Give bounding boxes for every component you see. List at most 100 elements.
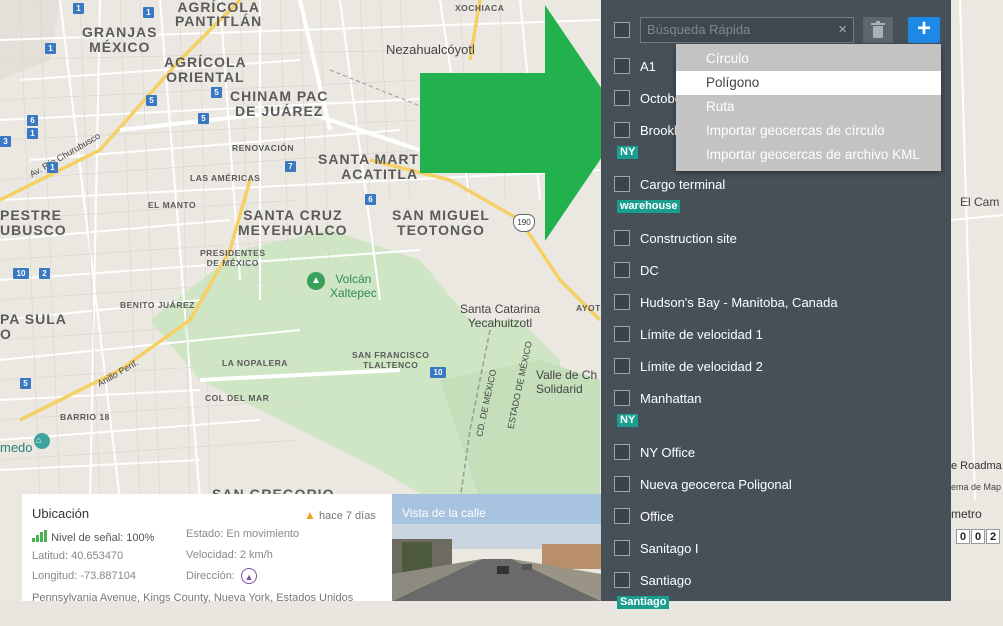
geofence-checkbox[interactable] <box>614 90 630 106</box>
odometer-digit: 0 <box>956 529 970 544</box>
geofence-name: Construction site <box>640 231 737 246</box>
route-shield: 10 <box>13 268 29 279</box>
map-label: Santa Catarina Yecahuitzotl <box>460 302 541 330</box>
geofence-checkbox[interactable] <box>614 262 630 278</box>
geofence-checkbox[interactable] <box>614 176 630 192</box>
time-ago: ▲ hace 7 días <box>304 508 376 522</box>
route-shield: 3 <box>0 136 11 147</box>
search-input[interactable]: Búsqueda Rápida × <box>640 17 854 43</box>
delete-button[interactable] <box>863 17 893 43</box>
map-label: COL DEL MAR <box>205 393 270 403</box>
geofence-name: Límite de velocidad 1 <box>640 327 763 342</box>
map-label: SAN FRANCISCO TLALTENCO <box>352 350 430 370</box>
geofence-checkbox[interactable] <box>614 326 630 342</box>
geofence-item[interactable]: Santiago Santiago <box>601 572 951 626</box>
route-shield: 5 <box>20 378 31 389</box>
geofence-item[interactable]: Cargo terminal warehouse <box>601 176 951 230</box>
geofence-item[interactable]: Sanitago I <box>601 540 951 572</box>
geofence-checkbox[interactable] <box>614 358 630 374</box>
search-placeholder: Búsqueda Rápida <box>647 22 751 37</box>
geofence-item[interactable]: Nueva geocerca Poligonal <box>601 476 951 508</box>
route-shield: 5 <box>211 87 222 98</box>
card-title: Ubicación <box>32 506 90 521</box>
geofence-checkbox[interactable] <box>614 390 630 406</box>
map-label: e Roadma <box>951 460 1002 472</box>
latitude-text: Latitud: 40.653470 <box>32 550 124 562</box>
geofence-checkbox[interactable] <box>614 540 630 556</box>
menu-item[interactable]: Importar geocercas de archivo KML <box>676 143 941 167</box>
geofence-tag: Santiago <box>617 596 670 609</box>
signal-icon <box>32 530 47 542</box>
geofence-name: DC <box>640 263 659 278</box>
geofence-checkbox[interactable] <box>614 122 630 138</box>
geofence-name: Santiago <box>640 573 692 588</box>
route-shield: 5 <box>198 113 209 124</box>
map-label: LAS AMÉRICAS <box>190 173 261 183</box>
geofence-item[interactable]: Office <box>601 508 951 540</box>
geofence-name: Nueva geocerca Poligonal <box>640 477 792 492</box>
geofence-checkbox[interactable] <box>614 294 630 310</box>
signal-level: Nivel de señal: 100% <box>32 530 154 545</box>
geofence-checkbox[interactable] <box>614 572 630 588</box>
geofence-item[interactable]: NY Office <box>601 444 951 476</box>
warning-icon: ▲ <box>304 508 316 522</box>
geofence-name: Hudson's Bay - Manitoba, Canada <box>640 295 838 310</box>
geofence-name: Office <box>640 509 674 524</box>
longitude-text: Longitud: -73.887104 <box>32 570 136 582</box>
map-label: El Cam <box>960 195 1000 209</box>
geofence-checkbox[interactable] <box>614 508 630 524</box>
geofence-item[interactable]: Límite de velocidad 2 <box>601 358 951 390</box>
geofence-tag: NY <box>617 146 639 159</box>
map-label: Volcán Xaltepec <box>330 272 377 300</box>
route-shield: 6 <box>27 115 38 126</box>
menu-item[interactable]: Importar geocercas de círculo <box>676 119 941 143</box>
signal-text: Nivel de señal: 100% <box>51 532 155 544</box>
street-view-label: Vista de la calle <box>402 506 486 520</box>
menu-item[interactable]: Círculo <box>676 47 941 71</box>
map-label: AGRÍCOLA PANTITLÁN <box>175 0 263 29</box>
geofence-checkbox[interactable] <box>614 476 630 492</box>
route-shield: 1 <box>47 162 58 173</box>
map-label: GRANJAS MÉXICO <box>82 24 158 55</box>
menu-item[interactable]: Polígono <box>676 71 941 95</box>
map-label: PA SULA O <box>0 311 67 342</box>
select-all-checkbox[interactable] <box>614 22 630 38</box>
geofence-name: A1 <box>640 59 656 74</box>
speed-text: Velocidad: 2 km/h <box>186 549 273 561</box>
geofence-item[interactable]: Manhattan NY <box>601 390 951 444</box>
arrow-annotation <box>420 5 625 241</box>
map-label: EL MANTO <box>148 200 197 210</box>
map-label: AGRÍCOLA ORIENTAL <box>164 54 247 85</box>
geofence-name: NY Office <box>640 445 696 460</box>
add-geofence-button[interactable]: + <box>908 17 940 43</box>
street-view[interactable]: Vista de la calle <box>392 494 601 601</box>
map-label: BENITO JUÁREZ <box>120 300 195 310</box>
geofence-checkbox[interactable] <box>614 444 630 460</box>
route-shield: 5 <box>146 95 157 106</box>
geofence-item[interactable]: Límite de velocidad 1 <box>601 326 951 358</box>
clear-search-icon[interactable]: × <box>838 18 847 42</box>
geofence-checkbox[interactable] <box>614 230 630 246</box>
direction-icon: ▲ <box>241 568 257 584</box>
geofence-item[interactable]: Hudson's Bay - Manitoba, Canada <box>601 294 951 326</box>
trash-icon <box>871 21 885 38</box>
map-label: AYOT <box>576 303 601 313</box>
route-shield: 1 <box>45 43 56 54</box>
menu-item[interactable]: Ruta <box>676 95 941 119</box>
geofence-checkbox[interactable] <box>614 58 630 74</box>
route-shield: 7 <box>285 161 296 172</box>
geofence-item[interactable]: DC <box>601 262 951 294</box>
map-label: CHINAM PAC DE JUÁREZ <box>230 88 329 119</box>
map-label: ema de Map <box>951 482 1002 492</box>
geofence-name: Manhattan <box>640 391 702 406</box>
volcano-icon: ▲ <box>307 272 325 290</box>
route-shield: 1 <box>27 128 38 139</box>
geofence-item[interactable]: Construction site <box>601 230 951 262</box>
place-icon: ⌂ <box>36 435 42 445</box>
map-label: BARRIO 18 <box>60 412 110 422</box>
odometer-digit: 2 <box>986 529 1000 544</box>
direction-text: Dirección: <box>186 570 235 582</box>
route-shield: 10 <box>430 367 446 378</box>
geofence-tag: warehouse <box>617 200 681 213</box>
map-label: metro <box>951 507 982 521</box>
